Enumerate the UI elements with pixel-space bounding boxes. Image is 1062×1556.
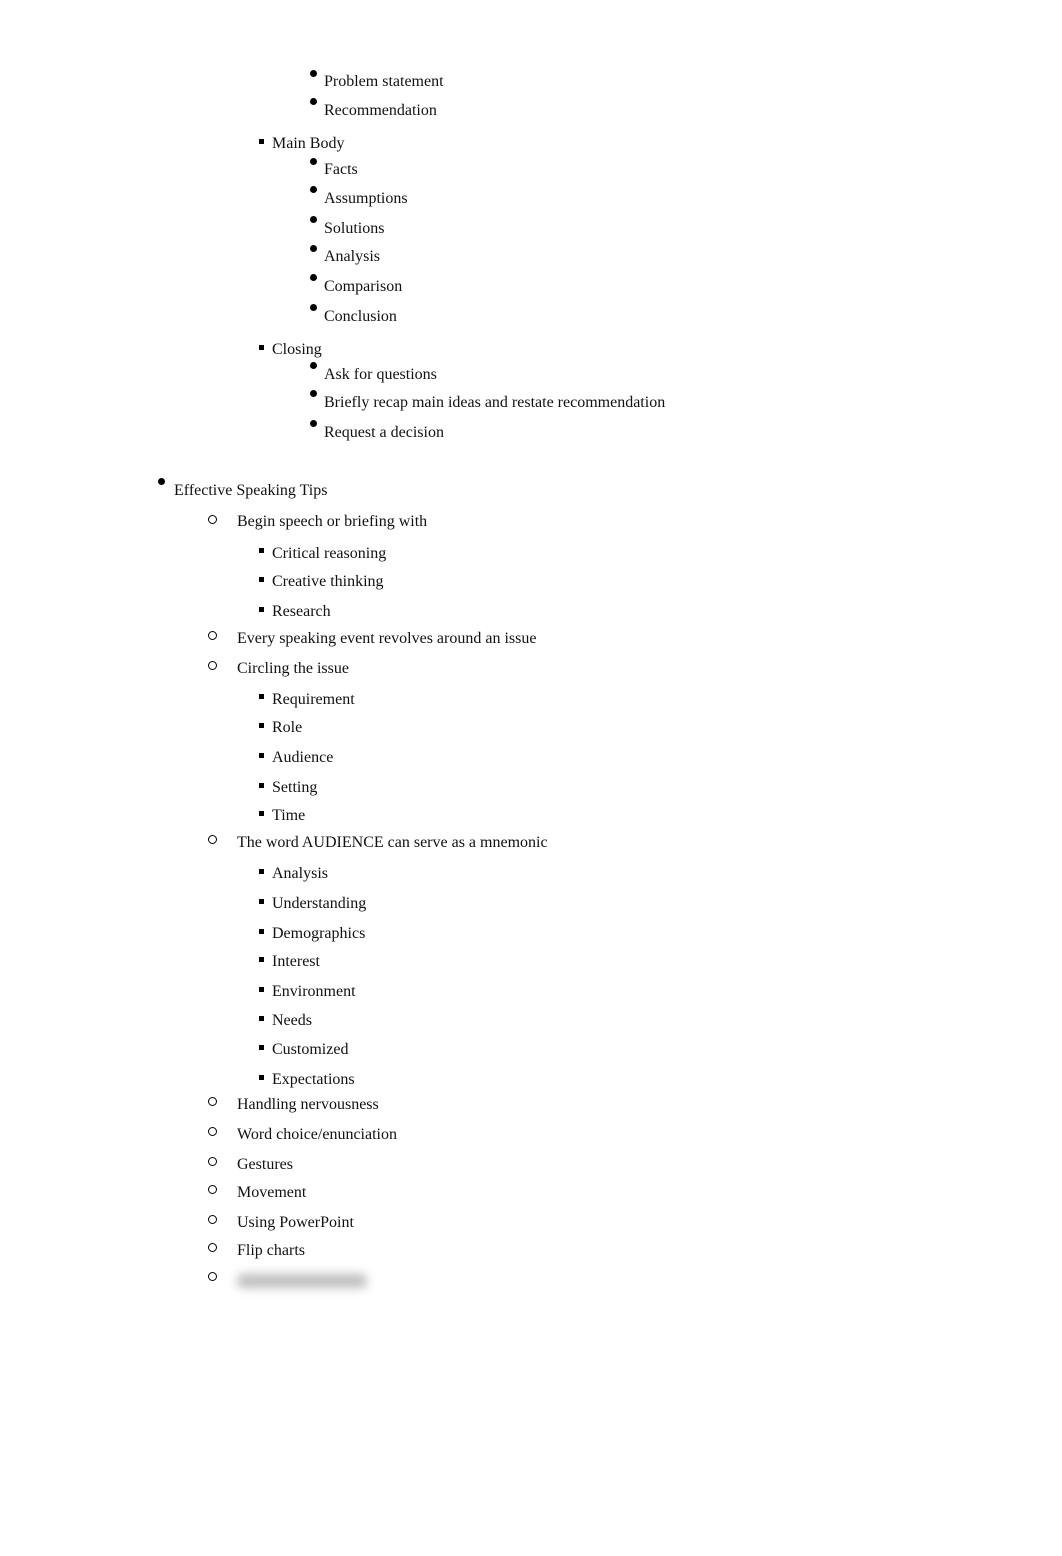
list-item-text: Time bbox=[272, 807, 306, 824]
bullet-dot-icon bbox=[310, 216, 317, 223]
bullet-square-icon bbox=[259, 607, 264, 612]
bullet-square-icon bbox=[259, 811, 264, 816]
bullet-dot-icon bbox=[310, 245, 317, 252]
list-item-text: Analysis bbox=[272, 865, 328, 882]
list-item-text: Circling the issue bbox=[237, 660, 349, 677]
list-item-text: Assumptions bbox=[324, 190, 408, 207]
list-item-text: Needs bbox=[272, 1012, 312, 1029]
list-item-text: Role bbox=[272, 719, 303, 736]
bullet-dot-icon bbox=[310, 420, 317, 427]
list-item-text: Demographics bbox=[272, 925, 366, 942]
list-item-text: Facts bbox=[324, 161, 358, 178]
bullet-circle-icon bbox=[208, 835, 217, 844]
bullet-square-icon bbox=[259, 1016, 264, 1021]
list-item-text: Understanding bbox=[272, 895, 367, 912]
bullet-circle-icon bbox=[208, 1215, 217, 1224]
blurred-text bbox=[237, 1274, 367, 1289]
list-item-text: Analysis bbox=[324, 248, 380, 265]
list-item-text: Closing bbox=[272, 341, 322, 358]
list-item-text: Recommendation bbox=[324, 102, 437, 119]
bullet-dot-icon bbox=[310, 362, 317, 369]
list-item-text: Effective Speaking Tips bbox=[174, 482, 328, 499]
bullet-circle-icon bbox=[208, 631, 217, 640]
bullet-dot-icon bbox=[310, 98, 317, 105]
bullet-dot-icon bbox=[310, 304, 317, 311]
bullet-square-icon bbox=[259, 1075, 264, 1080]
list-item-text: Problem statement bbox=[324, 73, 444, 90]
bullet-square-icon bbox=[259, 957, 264, 962]
bullet-square-icon bbox=[259, 869, 264, 874]
bullet-dot-icon bbox=[310, 186, 317, 193]
list-item-text: Word choice/enunciation bbox=[237, 1126, 397, 1143]
list-item-text: Flip charts bbox=[237, 1242, 305, 1259]
list-item-text: Environment bbox=[272, 983, 356, 1000]
list-item-text: Every speaking event revolves around an … bbox=[237, 630, 537, 647]
list-item-text: Conclusion bbox=[324, 308, 397, 325]
bullet-square-icon bbox=[259, 753, 264, 758]
bullet-square-icon bbox=[259, 548, 264, 553]
list-item-text: Requirement bbox=[272, 691, 355, 708]
bullet-square-icon bbox=[259, 723, 264, 728]
bullet-dot-icon bbox=[158, 478, 165, 485]
bullet-square-icon bbox=[259, 899, 264, 904]
bullet-circle-icon bbox=[208, 1243, 217, 1252]
list-item-text: Gestures bbox=[237, 1156, 293, 1173]
bullet-dot-icon bbox=[310, 70, 317, 77]
list-item-text: Research bbox=[272, 603, 331, 620]
bullet-circle-icon bbox=[208, 1157, 217, 1166]
list-item-text: Using PowerPoint bbox=[237, 1214, 354, 1231]
bullet-circle-icon bbox=[208, 1097, 217, 1106]
bullet-square-icon bbox=[259, 1045, 264, 1050]
bullet-square-icon bbox=[259, 577, 264, 582]
bullet-square-icon bbox=[259, 929, 264, 934]
bullet-dot-icon bbox=[310, 274, 317, 281]
bullet-square-icon bbox=[259, 139, 264, 144]
list-item-text: Ask for questions bbox=[324, 366, 437, 383]
list-item-text: Briefly recap main ideas and restate rec… bbox=[324, 394, 666, 411]
list-item-text: Critical reasoning bbox=[272, 545, 387, 562]
bullet-circle-icon bbox=[208, 1272, 217, 1281]
list-item-text: Customized bbox=[272, 1041, 349, 1058]
list-item-text: Expectations bbox=[272, 1071, 355, 1088]
bullet-circle-icon bbox=[208, 661, 217, 670]
list-item-text: Comparison bbox=[324, 278, 403, 295]
list-item-text: Solutions bbox=[324, 220, 385, 237]
list-item-text: Begin speech or briefing with bbox=[237, 513, 428, 530]
bullet-square-icon bbox=[259, 345, 264, 350]
bullet-square-icon bbox=[259, 694, 264, 699]
bullet-circle-icon bbox=[208, 1127, 217, 1136]
list-item-text: Audience bbox=[272, 749, 334, 766]
bullet-dot-icon bbox=[310, 390, 317, 397]
list-item-text: Movement bbox=[237, 1184, 307, 1201]
bullet-circle-icon bbox=[208, 515, 217, 524]
list-item-text: Creative thinking bbox=[272, 573, 384, 590]
list-item-text: Request a decision bbox=[324, 424, 444, 441]
bullet-square-icon bbox=[259, 783, 264, 788]
list-item-text: Main Body bbox=[272, 135, 345, 152]
bullet-square-icon bbox=[259, 987, 264, 992]
list-item-text: Interest bbox=[272, 953, 320, 970]
bullet-dot-icon bbox=[310, 158, 317, 165]
list-item-text: Handling nervousness bbox=[237, 1096, 379, 1113]
list-item-text: Setting bbox=[272, 779, 318, 796]
list-item-text: The word AUDIENCE can serve as a mnemoni… bbox=[237, 834, 548, 851]
bullet-circle-icon bbox=[208, 1185, 217, 1194]
